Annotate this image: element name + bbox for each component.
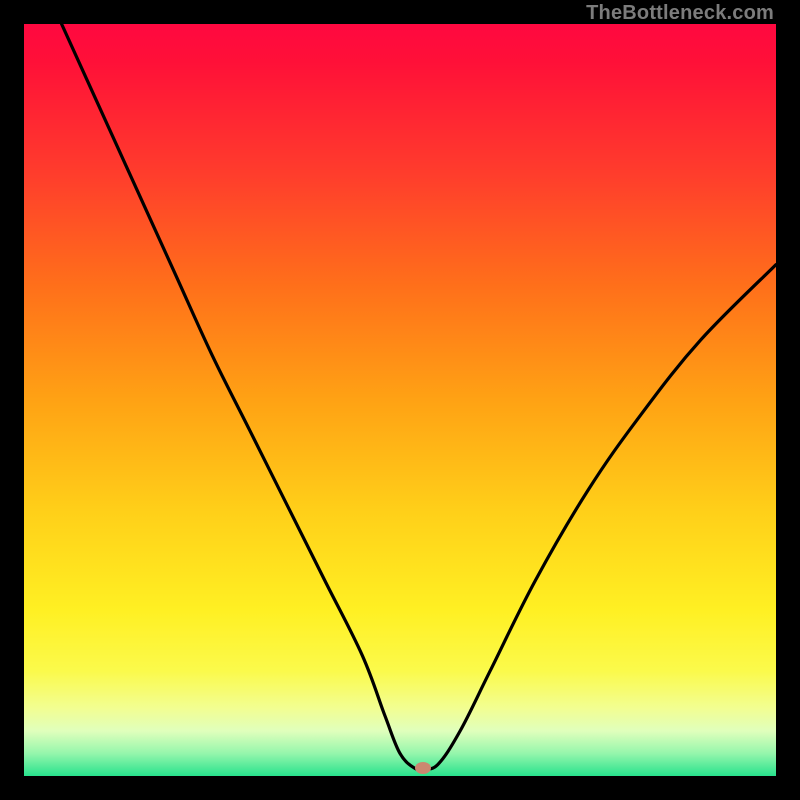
bottleneck-curve xyxy=(62,24,776,770)
curve-svg xyxy=(24,24,776,776)
minimum-marker xyxy=(415,762,431,774)
watermark-text: TheBottleneck.com xyxy=(586,2,774,25)
plot-area xyxy=(24,24,776,776)
chart-container: TheBottleneck.com xyxy=(0,0,800,800)
